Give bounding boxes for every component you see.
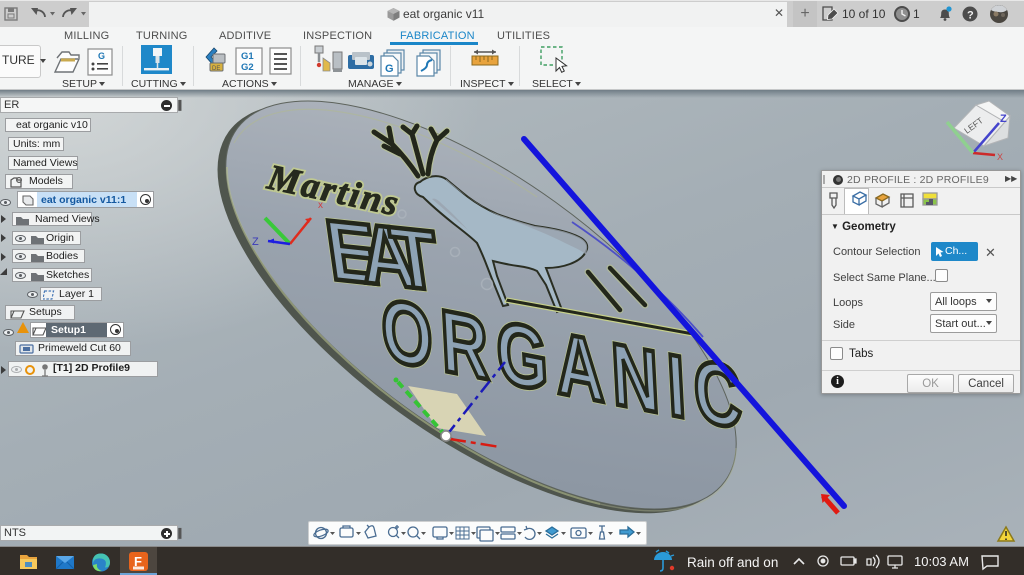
svg-text:?: ?: [967, 10, 974, 22]
svg-text:x: x: [318, 200, 323, 211]
svg-text:Z: Z: [252, 236, 259, 248]
svg-text:X: X: [997, 152, 1003, 162]
svg-text:Rain off and on: Rain off and on: [687, 555, 778, 570]
svg-text:DE: DE: [212, 66, 220, 72]
svg-text:G1: G1: [241, 51, 254, 62]
svg-text:1: 1: [913, 7, 920, 21]
svg-text:G: G: [385, 63, 394, 75]
svg-text:Z: Z: [1000, 113, 1007, 125]
svg-text:10:03 AM: 10:03 AM: [914, 554, 969, 569]
svg-text:G2: G2: [241, 62, 254, 73]
svg-text:10 of 10: 10 of 10: [842, 7, 886, 21]
svg-text:G: G: [98, 51, 105, 61]
